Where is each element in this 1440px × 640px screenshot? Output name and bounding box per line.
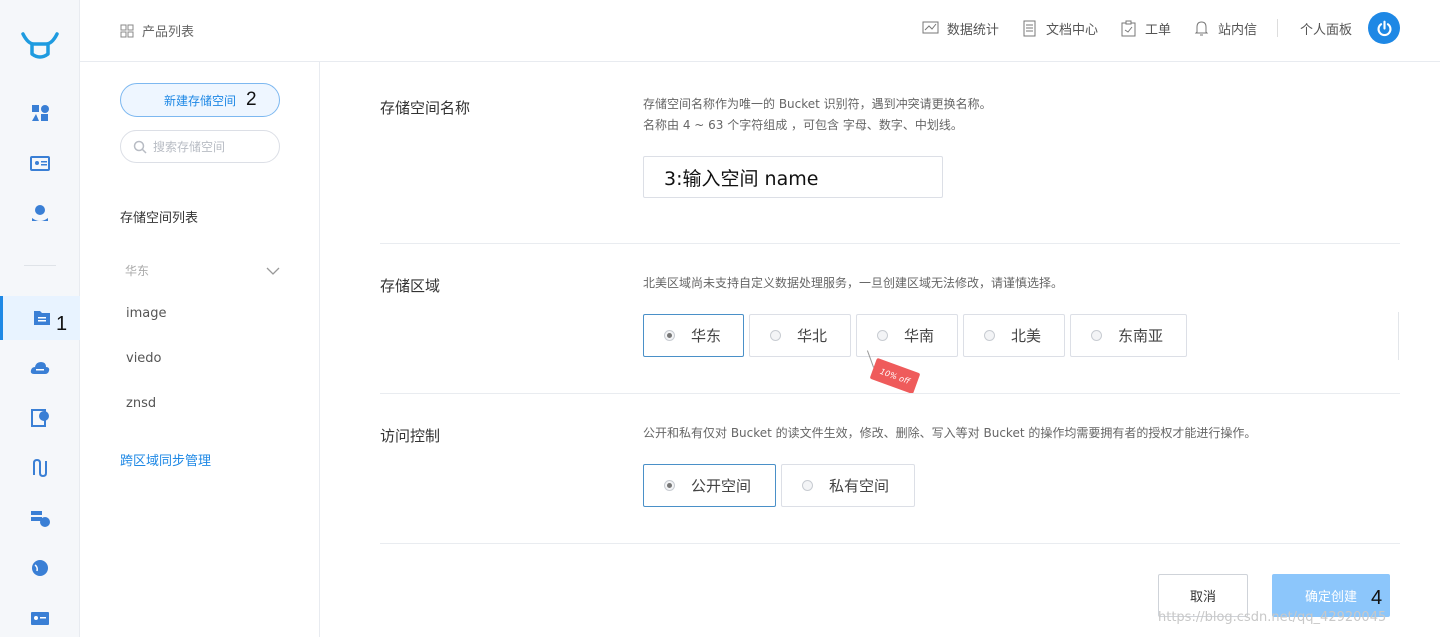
access-description: 公开和私有仅对 Bucket 的读文件生效，修改、删除、写入等对 Bucket …	[643, 426, 1257, 440]
rail-item-storage[interactable]	[0, 296, 80, 340]
bucket-name-desc-line1: 存储空间名称作为唯一的 Bucket 识别符，遇到冲突请更换名称。	[643, 97, 992, 111]
radio	[802, 480, 813, 491]
new-bucket-button[interactable]: 新建存储空间 2	[120, 83, 280, 117]
bucket-item[interactable]: viedo	[126, 351, 162, 366]
billing-icon	[32, 205, 48, 221]
cloud-icon	[30, 362, 50, 374]
chart-icon	[922, 21, 939, 33]
bucket-name-row: 存储空间名称 存储空间名称作为唯一的 Bucket 识别符，遇到冲突请更换名称。…	[380, 62, 1400, 242]
breadcrumb[interactable]: 产品列表	[120, 21, 194, 40]
document-icon	[1023, 20, 1036, 36]
power-icon	[1377, 20, 1391, 36]
radio	[1091, 330, 1102, 341]
region-option-north-america[interactable]: 北美	[963, 314, 1065, 357]
rail-item-cloud[interactable]	[0, 347, 80, 391]
bucket-name-label: 存储空间名称	[380, 99, 471, 117]
id-card-icon	[30, 156, 50, 171]
monitor-icon	[31, 511, 50, 527]
annotation-4: 4	[1371, 587, 1383, 609]
radio-selected	[664, 330, 675, 341]
globe-icon	[32, 560, 48, 576]
radio-selected	[664, 480, 675, 491]
rail-item-id-card[interactable]	[0, 141, 80, 185]
nav-statistics-label: 数据统计	[946, 22, 999, 38]
access-label: 访问控制	[380, 427, 441, 445]
nav-docs-label: 文档中心	[1045, 22, 1098, 38]
report-icon	[31, 409, 49, 427]
breadcrumb-label: 产品列表	[142, 25, 195, 40]
region-option-south[interactable]: 华南	[856, 314, 958, 357]
region-description: 北美区域尚未支持自定义数据处理服务，一旦创建区域无法修改，请谨慎选择。	[643, 276, 1064, 290]
nav-messages[interactable]: 站内信	[1193, 19, 1257, 38]
rail-item-user-card[interactable]	[0, 596, 80, 640]
region-label: 存储区域	[380, 277, 441, 295]
rail-item-apps[interactable]	[0, 91, 80, 135]
confirm-create-label: 确定创建	[1304, 590, 1357, 605]
avatar[interactable]	[1368, 12, 1400, 44]
region-option-label: 北美	[1011, 327, 1042, 345]
top-bar: 产品列表 数据统计 文档中心 工单 站内信 个人面板	[80, 0, 1440, 62]
user-card-icon	[31, 612, 49, 625]
region-option-southeast-asia[interactable]: 东南亚	[1070, 314, 1187, 357]
scroll-edge	[1398, 312, 1399, 360]
top-nav: 数据统计 文档中心 工单 站内信 个人面板	[900, 12, 1400, 44]
bucket-name-input[interactable]: 3:输入空间 name	[643, 156, 943, 198]
storage-sidebar: 新建存储空间 2 搜索存储空间 存储空间列表 华东 image viedo zn…	[80, 62, 320, 637]
user-panel-label: 个人面板	[1299, 22, 1352, 38]
bucket-search-input[interactable]: 搜索存储空间	[120, 130, 280, 163]
region-option-label: 东南亚	[1118, 327, 1164, 345]
nav-separator	[1276, 19, 1278, 37]
region-option-east[interactable]: 华东	[643, 314, 744, 357]
region-option-north[interactable]: 华北	[749, 314, 851, 357]
rail-item-pipeline[interactable]	[0, 446, 80, 490]
nav-statistics[interactable]: 数据统计	[922, 19, 999, 38]
nav-ticket[interactable]: 工单	[1120, 19, 1171, 38]
region-option-label: 华北	[797, 327, 828, 345]
pipeline-icon	[33, 458, 47, 478]
rail-item-monitor[interactable]	[0, 496, 80, 540]
radio	[984, 330, 995, 341]
divider	[380, 543, 1400, 544]
logo-icon[interactable]	[20, 30, 60, 62]
cross-region-sync-link[interactable]: 跨区域同步管理	[120, 450, 211, 469]
access-option-private[interactable]: 私有空间	[781, 464, 915, 507]
region-option-label: 华南	[904, 327, 935, 345]
region-group-label: 华东	[125, 264, 150, 278]
rail-divider	[24, 265, 56, 266]
bucket-item[interactable]: znsd	[126, 396, 156, 411]
access-option-label: 公开空间	[691, 477, 752, 495]
clipboard-icon	[1121, 20, 1136, 36]
nav-ticket-label: 工单	[1144, 22, 1171, 38]
access-option-public[interactable]: 公开空间	[643, 464, 776, 507]
region-group-east[interactable]: 华东	[125, 262, 280, 279]
chevron-down-icon	[266, 267, 280, 275]
radio	[877, 330, 888, 341]
nav-docs[interactable]: 文档中心	[1021, 19, 1098, 38]
rail-item-report[interactable]	[0, 396, 80, 440]
create-bucket-form: 存储空间名称 存储空间名称作为唯一的 Bucket 识别符，遇到冲突请更换名称。…	[320, 62, 1440, 637]
icon-rail: 1	[0, 0, 80, 637]
region-option-label: 华东	[691, 327, 722, 345]
rail-item-globe[interactable]	[0, 546, 80, 590]
watermark: https://blog.csdn.net/qq_42920045	[1158, 610, 1387, 625]
bell-icon	[1194, 20, 1209, 35]
rail-item-billing[interactable]	[0, 191, 80, 235]
search-icon	[133, 140, 147, 154]
grid-icon	[120, 24, 134, 37]
bucket-name-input-value: 3:输入空间 name	[664, 167, 819, 190]
storage-icon	[33, 311, 50, 325]
radio	[770, 330, 781, 341]
access-option-label: 私有空间	[829, 477, 890, 495]
bucket-item[interactable]: image	[126, 306, 167, 321]
search-placeholder: 搜索存储空间	[153, 140, 226, 154]
bucket-name-desc-line2: 名称由 4 ~ 63 个字符组成 ，可包含 字母、数字、中划线。	[643, 118, 963, 132]
bucket-list-title: 存储空间列表	[120, 211, 199, 226]
annotation-2: 2	[246, 89, 257, 110]
apps-icon	[32, 105, 49, 121]
annotation-1: 1	[56, 313, 68, 335]
new-bucket-label: 新建存储空间	[164, 93, 237, 108]
nav-messages-label: 站内信	[1217, 22, 1257, 38]
nav-user-panel[interactable]: 个人面板	[1300, 12, 1400, 44]
bucket-name-description: 存储空间名称作为唯一的 Bucket 识别符，遇到冲突请更换名称。 名称由 4 …	[643, 94, 992, 136]
